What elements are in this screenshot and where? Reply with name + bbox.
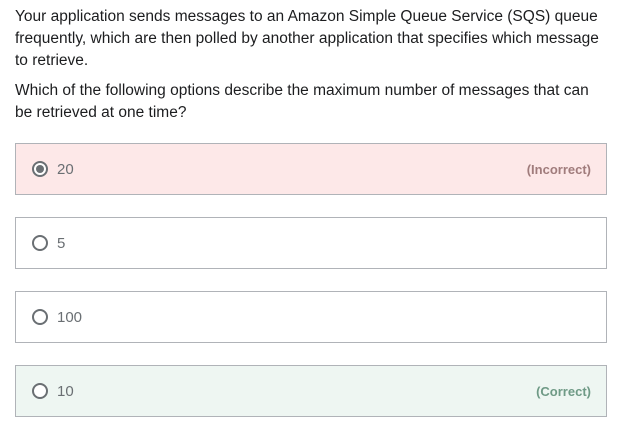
- answer-option-label: 100: [57, 308, 83, 326]
- radio-selected-icon[interactable]: [32, 161, 48, 177]
- radio-unselected-icon[interactable]: [32, 309, 48, 325]
- correct-badge: (Correct): [536, 383, 591, 399]
- radio-unselected-icon[interactable]: [32, 235, 48, 251]
- answer-option-10[interactable]: 10 (Correct): [15, 365, 607, 417]
- question-paragraph-context: Your application sends messages to an Am…: [15, 8, 599, 69]
- answer-option-label: 20: [57, 160, 74, 178]
- answer-option-100[interactable]: 100: [15, 291, 607, 343]
- answer-option-label: 5: [57, 234, 66, 252]
- answer-option-label: 10: [57, 382, 74, 400]
- incorrect-badge: (Incorrect): [526, 161, 591, 177]
- answer-option-5[interactable]: 5: [15, 217, 607, 269]
- question-text: Your application sends messages to an Am…: [15, 6, 607, 124]
- radio-unselected-icon[interactable]: [32, 383, 48, 399]
- answer-option-20[interactable]: 20 (Incorrect): [15, 143, 607, 195]
- question-paragraph-prompt: Which of the following options describe …: [15, 82, 589, 121]
